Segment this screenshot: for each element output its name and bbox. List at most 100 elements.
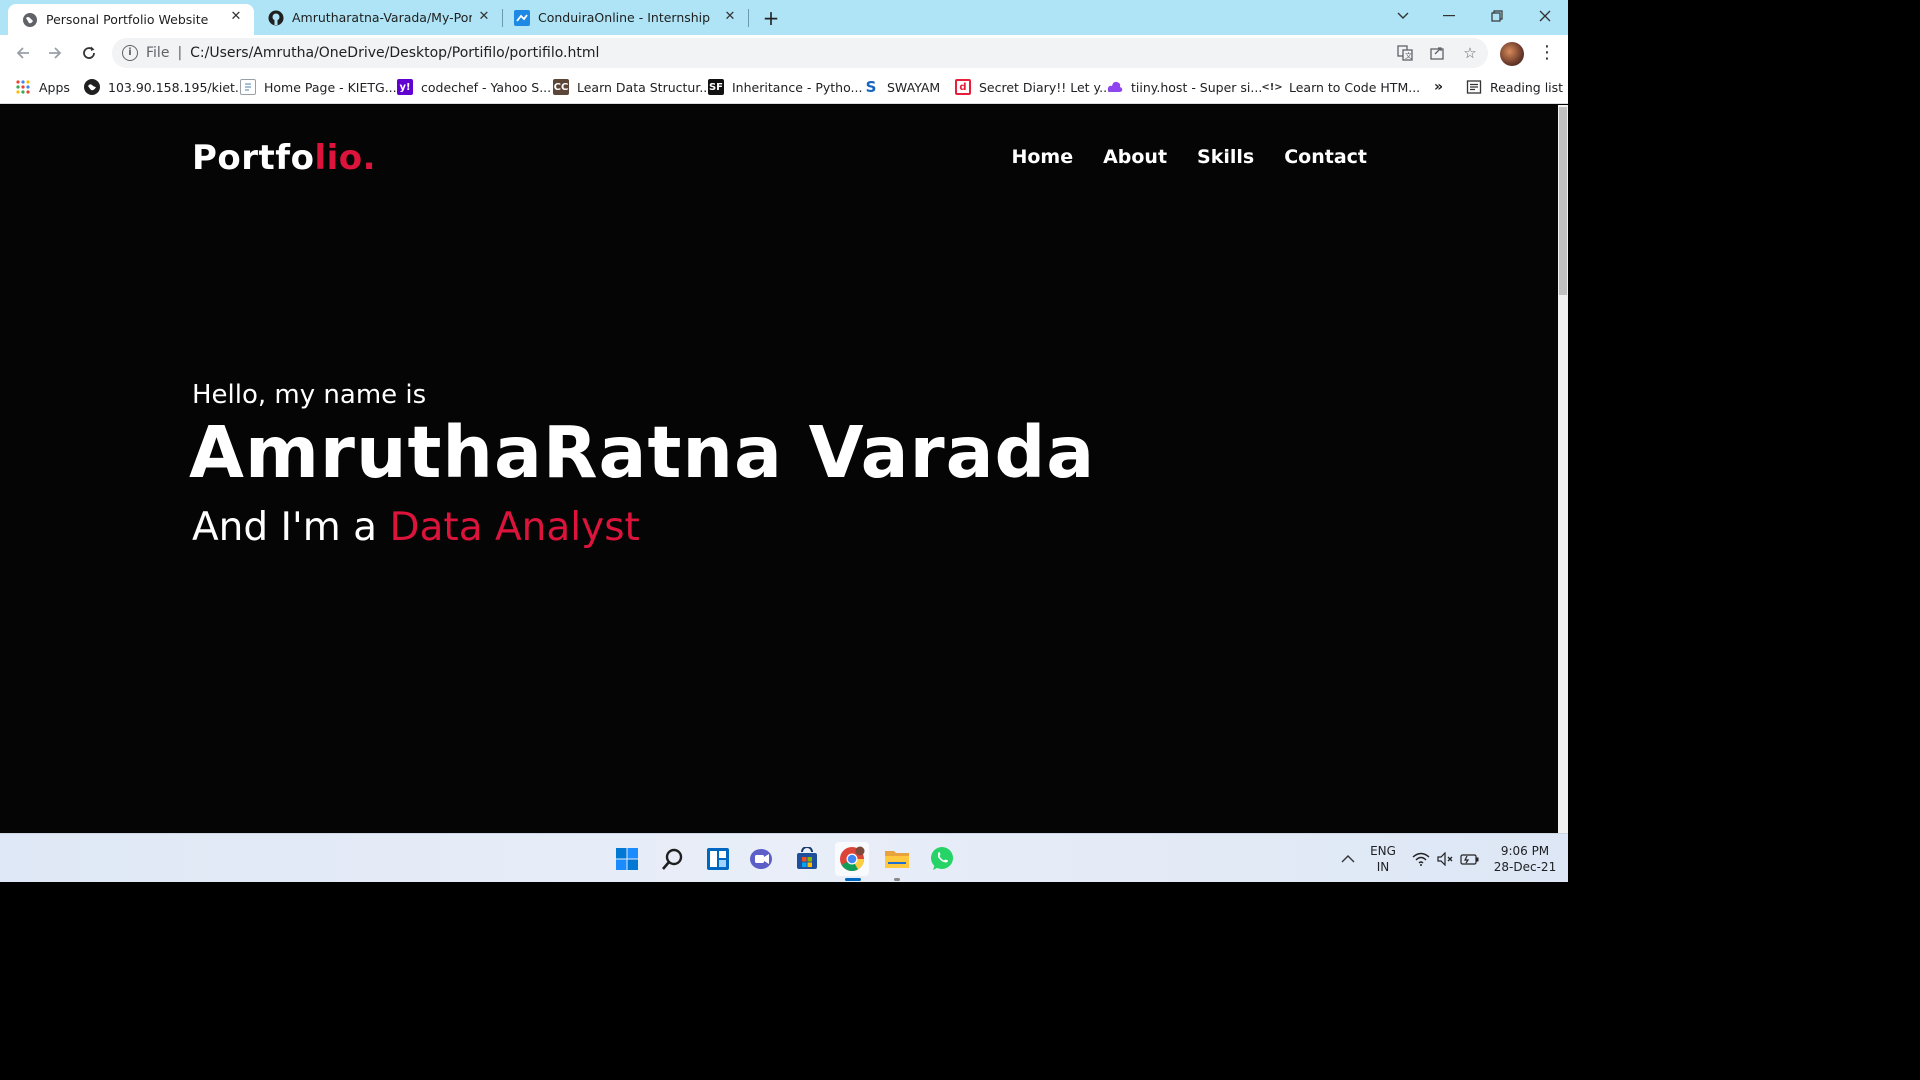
reading-list-button[interactable]: Reading list [1466, 77, 1563, 97]
back-button[interactable] [8, 38, 38, 68]
bookmark-label: Apps [39, 79, 70, 95]
forward-button[interactable] [40, 38, 70, 68]
close-window-button[interactable] [1522, 0, 1568, 32]
scheme-label: File [146, 45, 170, 61]
reload-button[interactable] [74, 38, 104, 68]
profile-avatar[interactable] [1500, 42, 1524, 66]
github-icon [268, 10, 284, 26]
bookmark-label: tiiny.host - Super si... [1131, 79, 1263, 95]
bookmark-label: 103.90.158.195/kiet... [108, 79, 247, 95]
hero-greeting: Hello, my name is [192, 380, 427, 410]
tab-conduira[interactable]: ConduiraOnline - Internship ✕ [492, 0, 748, 35]
close-icon[interactable]: ✕ [476, 9, 492, 25]
tab-divider [748, 9, 749, 27]
scheme-divider: | [177, 45, 183, 61]
language-indicator[interactable]: ENG IN [1366, 834, 1400, 883]
store-icon[interactable] [790, 842, 824, 876]
yahoo-icon: y! [397, 79, 413, 95]
running-app-indicator [894, 878, 900, 881]
logo-main: Portfo [192, 138, 315, 178]
sf-icon: SF [708, 79, 724, 95]
bookmarks-overflow-button[interactable]: » [1434, 77, 1443, 97]
nav-skills-link[interactable]: Skills [1197, 146, 1254, 168]
code-icon: <!> [1261, 81, 1283, 93]
browser-toolbar: i File | C:/Users/Amrutha/OneDrive/Deskt… [0, 35, 1568, 71]
swayam-icon: S [865, 78, 877, 96]
search-icon[interactable] [656, 842, 690, 876]
overflow-chevron-icon: » [1434, 79, 1444, 95]
nav-about-link[interactable]: About [1103, 146, 1167, 168]
bookmark-label: Learn Data Structur... [577, 79, 712, 95]
wifi-icon[interactable] [1410, 834, 1432, 883]
cc-icon: CC [553, 79, 569, 95]
minimize-button[interactable] [1426, 0, 1472, 32]
bookmark-label: codechef - Yahoo S... [421, 79, 552, 95]
share-icon[interactable] [1426, 42, 1448, 64]
url-text[interactable]: C:/Users/Amrutha/OneDrive/Desktop/Portif… [190, 45, 599, 61]
tab-search-icon[interactable] [1380, 0, 1426, 32]
translate-icon[interactable]: 文 [1394, 42, 1416, 64]
nav-home-link[interactable]: Home [1011, 146, 1073, 168]
bookmark-label: Home Page - KIETG... [264, 79, 397, 95]
active-app-indicator [845, 878, 861, 881]
close-icon[interactable]: ✕ [722, 9, 738, 25]
volume-muted-icon[interactable] [1434, 834, 1456, 883]
region-code: IN [1376, 859, 1390, 874]
show-hidden-icons-button[interactable] [1336, 834, 1360, 883]
bookmark-label: Reading list [1490, 79, 1564, 95]
file-explorer-icon[interactable] [880, 842, 914, 876]
bookmark-swayam[interactable]: S SWAYAM [863, 77, 941, 97]
bookmark-secret-diary[interactable]: d Secret Diary!! Let y... [955, 77, 1111, 97]
tiiny-icon [1107, 79, 1123, 95]
chrome-icon[interactable] [835, 842, 869, 876]
clock[interactable]: 9:06 PM 28-Dec-21 [1490, 834, 1560, 883]
restore-button[interactable] [1474, 0, 1520, 32]
bookmark-label: Learn to Code HTM... [1289, 79, 1421, 95]
tab-title: Personal Portfolio Website [46, 12, 209, 27]
bookmark-label: Secret Diary!! Let y... [979, 79, 1112, 95]
clock-time: 9:06 PM [1500, 843, 1550, 858]
page-scrollbar[interactable] [1558, 105, 1568, 833]
svg-text:文: 文 [1405, 51, 1412, 60]
logo-accent: lio. [314, 138, 377, 178]
nav-contact-link[interactable]: Contact [1284, 146, 1367, 168]
tab-github[interactable]: Amrutharatna-Varada/My-Portfoli ✕ [246, 0, 502, 35]
chat-icon[interactable] [745, 842, 779, 876]
hero-role-line: And I'm a Data Analyst [192, 505, 640, 550]
clock-date: 28-Dec-21 [1493, 859, 1557, 874]
globe-icon [84, 79, 100, 95]
start-icon[interactable] [610, 842, 644, 876]
close-icon[interactable]: ✕ [228, 9, 244, 25]
hero-role: Data Analyst [389, 505, 640, 550]
scrollbar-thumb[interactable] [1559, 107, 1567, 295]
hero-role-prefix: And I'm a [192, 505, 378, 550]
bookmark-kietg-home[interactable]: Home Page - KIETG... [240, 77, 397, 97]
bookmark-star-icon[interactable]: ☆ [1459, 42, 1481, 64]
new-tab-button[interactable]: + [760, 7, 782, 29]
tab-strip: Personal Portfolio Website ✕ Amrutharatn… [0, 0, 1568, 35]
bookmark-inheritance-python[interactable]: SF Inheritance - Pytho... [708, 77, 862, 97]
bookmark-label: Inheritance - Pytho... [732, 79, 863, 95]
widgets-icon[interactable] [701, 842, 735, 876]
tab-title: ConduiraOnline - Internship [538, 10, 711, 25]
battery-icon[interactable] [1458, 834, 1482, 883]
bookmark-tiiny-host[interactable]: tiiny.host - Super si... [1107, 77, 1262, 97]
hero-name: AmruthaRatna Varada [189, 411, 1096, 494]
whatsapp-icon[interactable] [925, 842, 959, 876]
tab-portfolio[interactable]: Personal Portfolio Website ✕ [8, 4, 254, 35]
address-bar[interactable]: i File | C:/Users/Amrutha/OneDrive/Deskt… [112, 38, 1488, 68]
menu-icon[interactable]: ⋮ [1538, 42, 1556, 64]
conduira-icon [514, 9, 530, 26]
bookmark-learn-ds[interactable]: CC Learn Data Structur... [553, 77, 711, 97]
info-icon[interactable]: i [122, 45, 138, 61]
bookmark-codechef-yahoo[interactable]: y! codechef - Yahoo S... [397, 77, 551, 97]
bookmark-label: SWAYAM [887, 79, 941, 95]
bookmark-apps[interactable]: Apps [15, 77, 70, 97]
page-icon [240, 79, 256, 95]
bookmark-kiet-ip[interactable]: 103.90.158.195/kiet... [84, 77, 247, 97]
apps-grid-icon [15, 79, 31, 95]
site-logo[interactable]: Portfolio. [192, 138, 376, 178]
site-nav: Home About Skills Contact [1011, 146, 1367, 168]
bookmark-learn-code-html[interactable]: <!> Learn to Code HTM... [1261, 77, 1421, 97]
bookmarks-bar: Apps 103.90.158.195/kiet... Home Page - … [0, 71, 1568, 104]
